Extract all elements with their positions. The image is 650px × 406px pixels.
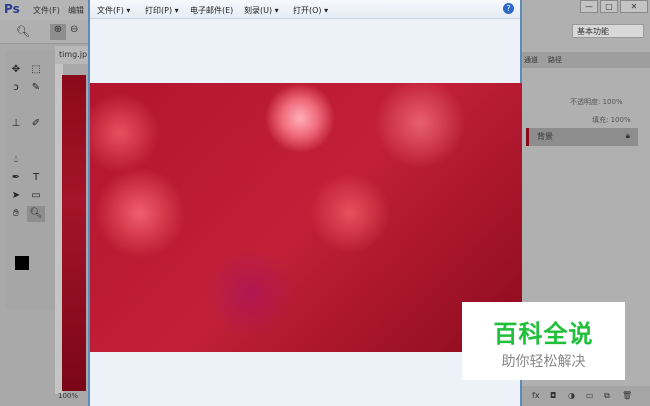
- help-icon[interactable]: ?: [503, 3, 514, 14]
- zoom-tool-icon[interactable]: 🔍︎: [16, 25, 30, 38]
- ps-logo: Ps: [4, 2, 20, 16]
- viewer-menu-open[interactable]: 打开(O) ▾: [293, 5, 328, 16]
- layer-name: 背景: [537, 132, 553, 141]
- maximize-button[interactable]: □: [600, 0, 618, 13]
- trash-icon[interactable]: 🗑: [622, 391, 632, 400]
- toolbox: ✥ ⬚ ↄ ✎ ⊥ ✐ 💧︎ ✒ T ➤ ▭ ✋︎ 🔍︎: [5, 50, 55, 310]
- eyedropper-tool-icon[interactable]: ✎: [27, 80, 45, 96]
- ps-menu-file[interactable]: 文件(F): [33, 5, 60, 16]
- ps-menu-edit[interactable]: 编辑: [68, 5, 84, 16]
- foreground-color[interactable]: [15, 256, 29, 270]
- adjustment-icon[interactable]: ◑: [568, 391, 575, 400]
- type-tool-icon[interactable]: T: [27, 170, 45, 186]
- watermark-title: 百科全说: [493, 320, 594, 348]
- group-icon[interactable]: ▭: [586, 391, 594, 400]
- panel-tabs: 通道 路径: [522, 52, 650, 68]
- mask-icon[interactable]: ◘: [550, 391, 556, 400]
- zoom-in-icon[interactable]: ⊕: [50, 24, 66, 40]
- tab-channels[interactable]: 通道: [524, 55, 538, 65]
- viewer-menu-burn[interactable]: 刻录(U) ▾: [244, 5, 279, 16]
- lasso-tool-icon[interactable]: ↄ: [7, 80, 25, 96]
- shape-tool-icon[interactable]: ▭: [27, 188, 45, 204]
- marquee-tool-icon[interactable]: ⬚: [27, 62, 45, 78]
- opacity-field[interactable]: 不透明度: 100%: [570, 97, 623, 107]
- new-layer-icon[interactable]: ⧉: [604, 391, 610, 401]
- lock-icon: 🔒︎: [625, 131, 630, 140]
- tab-paths[interactable]: 路径: [548, 55, 562, 65]
- watermark: 百科全说 助你轻松解决: [462, 302, 625, 380]
- pen-tool-icon[interactable]: ✒: [7, 170, 25, 186]
- fx-icon[interactable]: fx: [532, 391, 540, 400]
- bokeh-photo: [90, 83, 522, 352]
- layer-background[interactable]: 背景 🔒︎: [526, 128, 638, 146]
- viewer-menu-file[interactable]: 文件(F) ▾: [97, 5, 130, 16]
- viewer-menu-email[interactable]: 电子邮件(E): [190, 5, 233, 16]
- viewer-menu-bar: 文件(F) ▾ 打印(P) ▾ 电子邮件(E) 刻录(U) ▾ 打开(O) ▾ …: [90, 0, 520, 19]
- hand-tool-icon[interactable]: ✋︎: [7, 206, 25, 222]
- zoom-level: 100%: [58, 392, 79, 400]
- watermark-subtitle: 助你轻松解决: [501, 354, 586, 370]
- select-tool-icon[interactable]: ➤: [7, 188, 25, 204]
- fill-field[interactable]: 填充: 100%: [592, 115, 631, 125]
- blur-tool-icon[interactable]: 💧︎: [7, 152, 25, 168]
- zoom-out-icon[interactable]: ⊖: [70, 24, 78, 35]
- layers-panel-footer: fx ◘ ◑ ▭ ⧉ 🗑: [522, 386, 650, 406]
- canvas-preview: [62, 75, 86, 391]
- workspace-select[interactable]: 基本功能: [572, 24, 644, 38]
- minimize-button[interactable]: —: [580, 0, 598, 13]
- zoom-tool-icon[interactable]: 🔍︎: [27, 206, 45, 222]
- brush-tool-icon[interactable]: ✐: [27, 116, 45, 132]
- document-tab[interactable]: timg.jp: [55, 46, 88, 64]
- photo-viewer-window: 文件(F) ▾ 打印(P) ▾ 电子邮件(E) 刻录(U) ▾ 打开(O) ▾ …: [88, 0, 522, 406]
- stamp-tool-icon[interactable]: ⊥: [7, 116, 25, 132]
- close-button[interactable]: ✕: [620, 0, 648, 13]
- move-tool-icon[interactable]: ✥: [7, 62, 25, 78]
- viewer-menu-print[interactable]: 打印(P) ▾: [145, 5, 179, 16]
